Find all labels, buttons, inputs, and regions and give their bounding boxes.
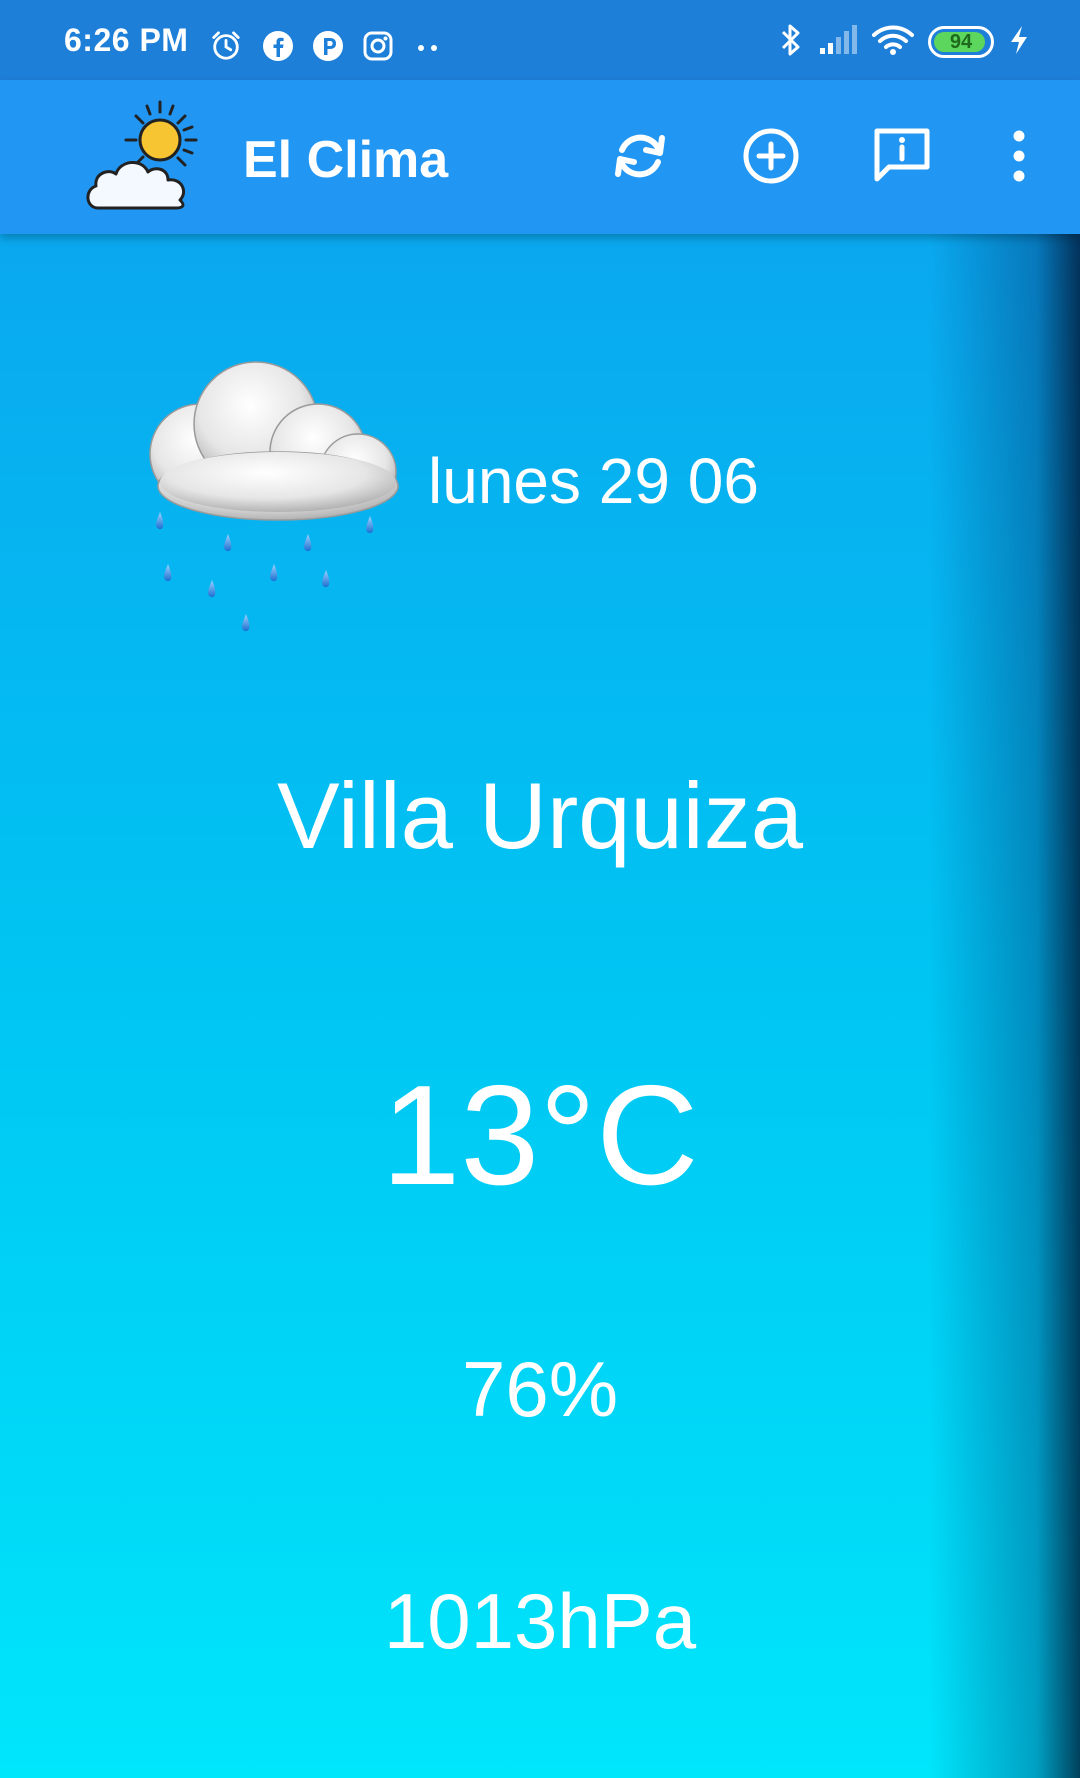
more-dots-icon [412, 30, 444, 62]
add-circle-icon [741, 126, 801, 191]
refresh-icon [610, 126, 670, 191]
feedback-icon [871, 125, 933, 192]
refresh-button[interactable] [606, 124, 674, 192]
overflow-menu-button[interactable] [985, 124, 1053, 192]
weather-panel: lunes 29 06 Villa Urquiza 13°C 76% 1013h… [0, 234, 1080, 1778]
wifi-icon [872, 24, 914, 61]
app-title: El Clima [243, 131, 449, 189]
p-app-icon [312, 30, 344, 62]
location-name: Villa Urquiza [277, 763, 803, 868]
charging-icon [1008, 24, 1030, 61]
status-time: 6:26 PM [64, 22, 189, 58]
overflow-menu-icon [1007, 126, 1031, 191]
humidity: 76% [461, 1345, 619, 1433]
pressure: 1013hPa [383, 1577, 697, 1665]
temperature: 13°C [381, 1056, 699, 1215]
bluetooth-icon [778, 22, 804, 63]
sun-cloud-logo [82, 96, 206, 220]
feedback-button[interactable] [868, 124, 936, 192]
status-indicators: 94 [778, 22, 1030, 62]
facebook-icon [262, 30, 294, 62]
status-bar: 6:26 PM 94 [0, 0, 1080, 80]
alarm-icon [210, 30, 242, 62]
app-bar: El Clima [0, 80, 1080, 234]
date-label: lunes 29 06 [428, 445, 759, 517]
instagram-icon [362, 30, 394, 62]
signal-icon [818, 24, 858, 61]
add-location-button[interactable] [737, 124, 805, 192]
battery-level: 94 [949, 30, 973, 53]
rain-cloud-icon [138, 354, 408, 644]
battery-icon: 94 [928, 26, 994, 58]
